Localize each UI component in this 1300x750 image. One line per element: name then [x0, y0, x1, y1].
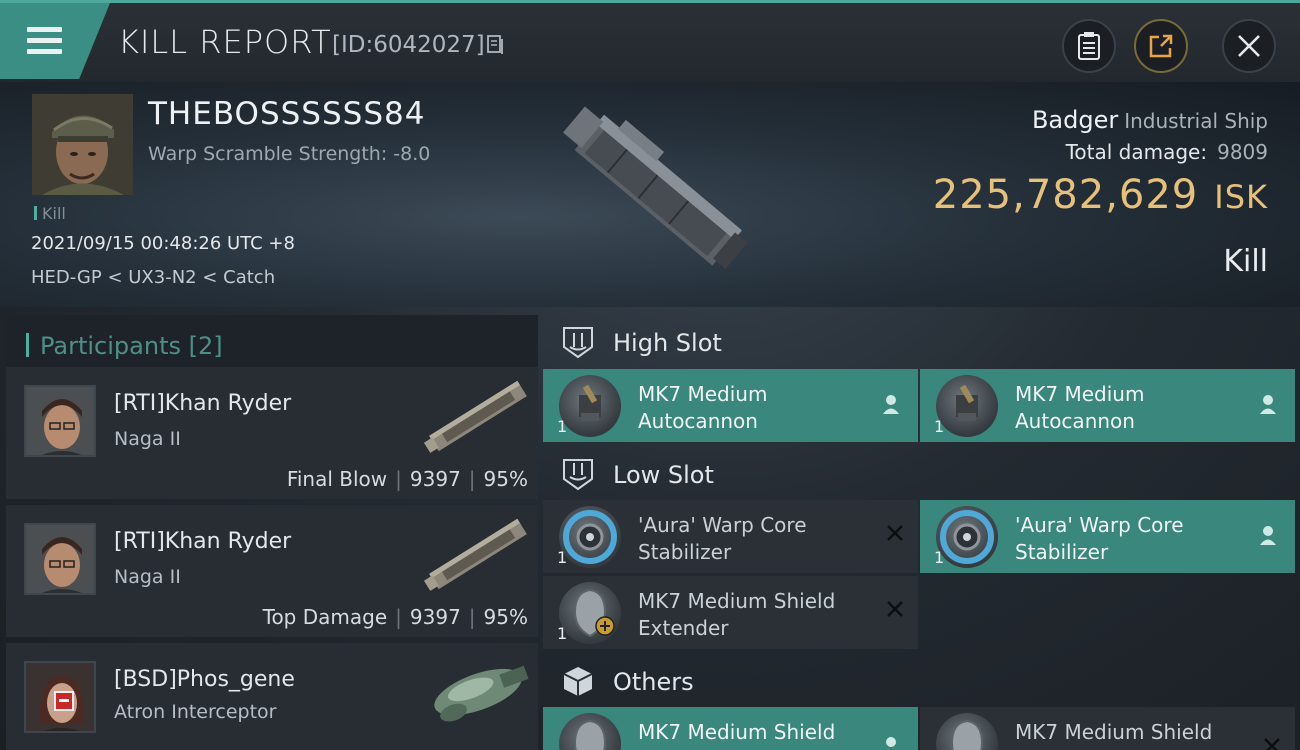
- report-icon: [1078, 32, 1100, 60]
- share-button[interactable]: [1134, 19, 1188, 73]
- participant-ship: Naga II: [114, 566, 181, 588]
- high-slot-icon: [563, 327, 593, 359]
- participant-ship: Atron Interceptor: [114, 701, 277, 723]
- participant-name: [BSD]Phos_gene: [114, 667, 295, 692]
- victim-ship-image: [563, 106, 748, 269]
- menu-button[interactable]: [0, 3, 110, 79]
- participants-header[interactable]: Participants [2]: [6, 315, 538, 370]
- module-name: 'Aura' Warp Core Stabilizer: [638, 513, 807, 564]
- shield-extender-icon: [936, 713, 998, 750]
- warp-scramble-strength: Warp Scramble Strength: -8.0: [148, 143, 431, 165]
- module-other-2[interactable]: MK7 Medium Shield: [920, 707, 1295, 750]
- header-bar: KILL REPORT [ID:6042027]: [0, 0, 1300, 82]
- warp-core-icon: [936, 506, 998, 568]
- module-name: MK7 Medium Autocannon: [638, 382, 768, 433]
- report-button[interactable]: [1062, 19, 1116, 73]
- victim-portrait[interactable]: [32, 94, 133, 195]
- destroyed-x-icon: [887, 601, 903, 617]
- cargo-box-icon: [563, 667, 593, 696]
- participant-ship-image: [423, 518, 527, 591]
- close-button[interactable]: [1222, 19, 1276, 73]
- participant-card[interactable]: [RTI]Khan Ryder Naga II Final Blow | 9397 |…: [6, 367, 538, 499]
- kill-report-screen: KILL REPORT [ID:6042027] THEBOSSSSSS84 W…: [0, 0, 1300, 750]
- participant-stats: Final Blow | 9397 | 95%: [286, 467, 528, 491]
- module-name: MK7 Medium Autocannon: [1015, 382, 1145, 433]
- module-name: MK7 Medium Shield: [1015, 720, 1213, 744]
- warp-core-icon: [559, 506, 621, 568]
- high-slot-header: High Slot: [543, 311, 1300, 371]
- others-header: Others: [543, 650, 1300, 710]
- isk-value: 225,782,629 ISK: [932, 172, 1268, 218]
- close-icon: [1238, 35, 1260, 57]
- copy-icon[interactable]: [487, 35, 505, 55]
- module-other-1[interactable]: MK7 Medium Shield: [543, 707, 918, 750]
- participant-stats: Top Damage | 9397 | 95%: [262, 605, 528, 629]
- participant-name: [RTI]Khan Ryder: [114, 391, 292, 416]
- autocannon-icon: [559, 375, 621, 437]
- fitted-user-icon: [1260, 526, 1276, 545]
- destroyed-badge-icon: [54, 691, 74, 711]
- fitted-user-icon: [883, 395, 899, 414]
- fitting-panel: High Slot 1 MK7 Medium Autocannon 1 MK7 M…: [543, 307, 1300, 750]
- shield-extender-icon: [559, 713, 621, 750]
- low-slot-icon: [563, 459, 593, 491]
- module-low-1[interactable]: 1 'Aura' Warp Core Stabilizer: [543, 500, 918, 573]
- participants-panel: Participants [2] [RTI]Khan Ryder Naga II…: [0, 307, 540, 750]
- autocannon-icon: [936, 375, 998, 437]
- page-title: KILL REPORT: [118, 23, 332, 61]
- shield-extender-icon: [559, 582, 621, 644]
- participant-ship: Naga II: [114, 428, 181, 450]
- participant-ship-image: [423, 380, 527, 453]
- module-name: MK7 Medium Shield: [638, 720, 836, 744]
- participant-card[interactable]: [RTI]Khan Ryder Naga II Top Damage | 9397 |…: [6, 505, 538, 637]
- fitted-user-icon: [1260, 395, 1276, 414]
- kill-location[interactable]: HED-GP < UX3-N2 < Catch: [31, 267, 275, 288]
- kill-result: Kill: [1223, 244, 1268, 279]
- participant-name: [RTI]Khan Ryder: [114, 529, 292, 554]
- fitted-user-icon: [886, 737, 896, 747]
- module-low-2[interactable]: 1 'Aura' Warp Core Stabilizer: [920, 500, 1295, 573]
- participant-ship-image: [434, 665, 529, 722]
- total-damage: Total damage: 9809: [1065, 140, 1268, 164]
- victim-ship-name[interactable]: Badger Industrial Ship: [1032, 106, 1268, 134]
- share-icon: [1149, 34, 1173, 58]
- participant-avatar: [24, 385, 96, 457]
- report-id: [ID:6042027]: [332, 32, 485, 58]
- participant-avatar: [24, 523, 96, 595]
- victim-name[interactable]: THEBOSSSSSS84: [148, 96, 425, 132]
- module-name: 'Aura' Warp Core Stabilizer: [1015, 513, 1184, 564]
- menu-icon: [27, 27, 62, 55]
- module-low-3[interactable]: 1 MK7 Medium Shield Extender: [543, 576, 918, 649]
- victim-banner: THEBOSSSSSS84 Warp Scramble Strength: -8…: [0, 82, 1300, 307]
- module-name: MK7 Medium Shield Extender: [638, 589, 836, 640]
- module-high-2[interactable]: 1 MK7 Medium Autocannon: [920, 369, 1295, 442]
- kill-tag: Kill: [34, 204, 66, 223]
- destroyed-x-icon: [1264, 738, 1280, 750]
- module-high-1[interactable]: 1 MK7 Medium Autocannon: [543, 369, 918, 442]
- kill-timestamp: 2021/09/15 00:48:26 UTC +8: [31, 233, 295, 254]
- destroyed-x-icon: [887, 525, 903, 541]
- participant-card[interactable]: [BSD]Phos_gene Atron Interceptor: [6, 643, 538, 750]
- low-slot-header: Low Slot: [543, 443, 1300, 503]
